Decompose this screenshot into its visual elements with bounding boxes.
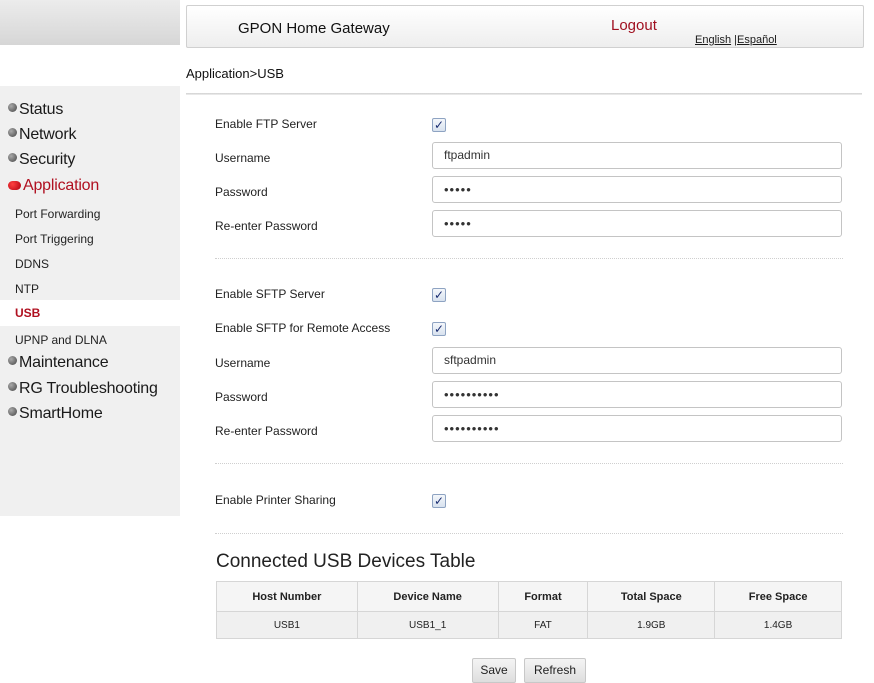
ftp-password-label: Password	[215, 185, 268, 199]
nav-network-label: Network	[19, 126, 77, 143]
refresh-button[interactable]: Refresh	[524, 658, 586, 683]
ftp-enable-checkbox[interactable]: ✓	[432, 118, 446, 132]
column-header: Host Number	[216, 581, 358, 612]
top-header: GPON Home Gateway Logout English |Españo…	[186, 5, 864, 48]
usb-devices-title: Connected USB Devices Table	[216, 551, 476, 572]
ftp-password-input[interactable]: •••••	[432, 176, 842, 203]
section-divider	[215, 533, 843, 534]
sftp-enable-checkbox[interactable]: ✓	[432, 288, 446, 302]
nav-security[interactable]: Security	[8, 151, 75, 169]
nav-network[interactable]: Network	[8, 126, 76, 144]
expand-bullet-icon	[8, 127, 17, 137]
nav-maintenance-label: Maintenance	[19, 354, 109, 371]
expand-bullet-icon	[8, 355, 17, 365]
sftp-password-label: Password	[215, 390, 268, 404]
collapse-bullet-icon	[8, 180, 21, 190]
ftp-username-label: Username	[215, 151, 271, 165]
table-row: USB1 USB1_1 FAT 1.9GB 1.4GB	[216, 611, 842, 639]
nav-upnp-dlna[interactable]: UPNP and DLNA	[15, 333, 107, 347]
logout-link[interactable]: Logout	[611, 17, 657, 34]
expand-bullet-icon	[8, 406, 17, 416]
nav-maintenance[interactable]: Maintenance	[8, 354, 109, 372]
nav-smarthome-label: SmartHome	[19, 405, 103, 422]
sftp-enable-label: Enable SFTP Server	[215, 287, 325, 301]
nav-port-forwarding[interactable]: Port Forwarding	[15, 207, 100, 221]
table-cell: 1.4GB	[714, 611, 842, 639]
usb-devices-table: Host Number Device Name Format Total Spa…	[216, 581, 842, 639]
nav-security-label: Security	[19, 151, 76, 168]
nav-smarthome[interactable]: SmartHome	[8, 405, 103, 423]
column-header: Total Space	[587, 581, 716, 612]
column-header: Free Space	[714, 581, 842, 612]
sftp-remote-label: Enable SFTP for Remote Access	[215, 321, 391, 335]
ftp-reenter-input[interactable]: •••••	[432, 210, 842, 237]
expand-bullet-icon	[8, 381, 17, 391]
sftp-remote-checkbox[interactable]: ✓	[432, 322, 446, 336]
sftp-reenter-input[interactable]: ••••••••••	[432, 415, 842, 442]
nav-ddns[interactable]: DDNS	[15, 257, 49, 271]
language-switcher: English |Español	[695, 34, 777, 46]
nav-rg-troubleshooting-label: RG Troubleshooting	[19, 380, 158, 397]
nav-application[interactable]: Application	[8, 177, 99, 195]
app-title: GPON Home Gateway	[238, 20, 390, 37]
lang-english-link[interactable]: English	[695, 34, 731, 46]
printer-enable-checkbox[interactable]: ✓	[432, 494, 446, 508]
nav-rg-troubleshooting[interactable]: RG Troubleshooting	[8, 380, 158, 398]
section-divider	[215, 463, 843, 464]
nav-ntp[interactable]: NTP	[15, 282, 39, 296]
table-cell: 1.9GB	[587, 611, 716, 639]
save-button[interactable]: Save	[472, 658, 516, 683]
ftp-enable-label: Enable FTP Server	[215, 117, 317, 131]
table-cell: USB1	[216, 611, 358, 639]
sftp-username-label: Username	[215, 356, 271, 370]
sftp-reenter-label: Re-enter Password	[215, 424, 318, 438]
sidebar-header	[0, 0, 180, 45]
breadcrumb: Application>USB	[186, 66, 284, 81]
expand-bullet-icon	[8, 102, 17, 112]
nav-application-label: Application	[23, 177, 100, 194]
nav-status-label: Status	[19, 101, 64, 118]
nav-status[interactable]: Status	[8, 101, 63, 119]
sftp-username-input[interactable]: sftpadmin	[432, 347, 842, 374]
nav-port-triggering[interactable]: Port Triggering	[15, 232, 94, 246]
ftp-reenter-label: Re-enter Password	[215, 219, 318, 233]
sftp-password-input[interactable]: ••••••••••	[432, 381, 842, 408]
nav-usb[interactable]: USB	[0, 300, 180, 326]
printer-enable-label: Enable Printer Sharing	[215, 493, 336, 507]
table-cell: USB1_1	[356, 611, 499, 639]
breadcrumb-divider	[186, 93, 862, 95]
table-header-row: Host Number Device Name Format Total Spa…	[216, 581, 842, 612]
expand-bullet-icon	[8, 152, 17, 162]
column-header: Format	[497, 581, 589, 612]
section-divider	[215, 258, 843, 259]
lang-spanish-link[interactable]: Español	[737, 34, 777, 46]
column-header: Device Name	[356, 581, 499, 612]
ftp-username-input[interactable]: ftpadmin	[432, 142, 842, 169]
table-cell: FAT	[497, 611, 589, 639]
